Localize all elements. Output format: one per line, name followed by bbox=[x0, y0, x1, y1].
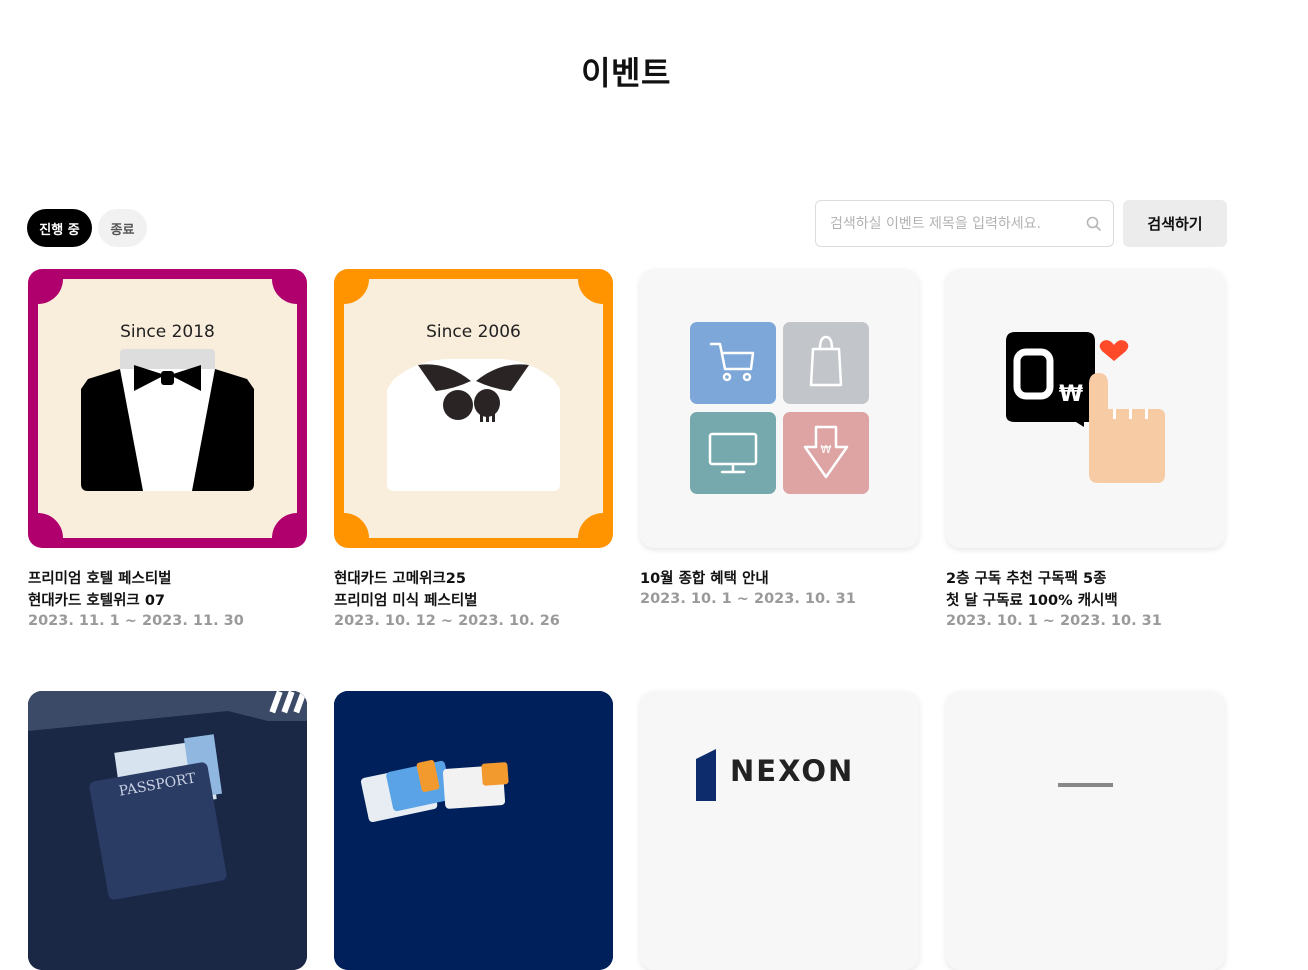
nexon-wordmark: NEXON bbox=[730, 754, 854, 788]
subscription-hand-illustration: ₩ bbox=[1006, 332, 1165, 483]
since-label: Since 2018 bbox=[120, 322, 215, 342]
cart-tile bbox=[690, 322, 776, 404]
svg-text:₩: ₩ bbox=[821, 443, 832, 456]
event-thumbnail[interactable]: Since 2018 bbox=[28, 269, 307, 548]
event-card-travel[interactable]: PASSPORT bbox=[28, 691, 307, 970]
event-period: 2023. 10. 1 ~ 2023. 10. 31 bbox=[946, 613, 1162, 629]
search-box bbox=[815, 200, 1114, 247]
event-period: 2023. 11. 1 ~ 2023. 11. 30 bbox=[28, 613, 244, 629]
fork-napkin-illustration: Since 2006 bbox=[334, 269, 613, 548]
event-card-october-benefits[interactable]: ₩ 10월 종합 혜택 안내 2023. 10. 1 ~ 2023. 10. 3… bbox=[640, 269, 919, 607]
passport-illustration: PASSPORT bbox=[28, 691, 307, 970]
event-title[interactable]: 프리미엄 호텔 페스티벌 현대카드 호텔위크 07 bbox=[28, 568, 307, 612]
event-period: 2023. 10. 12 ~ 2023. 10. 26 bbox=[334, 613, 560, 629]
status-filter: 진행 중 종료 bbox=[27, 209, 147, 247]
event-title[interactable]: 2층 구독 추천 구독팩 5종 첫 달 구독료 100% 캐시백 bbox=[946, 568, 1225, 612]
nexon-logo: NEXON bbox=[696, 749, 854, 801]
event-thumbnail[interactable]: ₩ bbox=[946, 269, 1225, 548]
monitor-tile bbox=[690, 412, 776, 494]
event-title[interactable]: 현대카드 고메위크25 프리미엄 미식 페스티벌 bbox=[334, 568, 613, 612]
event-thumbnail[interactable]: PASSPORT bbox=[28, 691, 307, 970]
svg-text:₩: ₩ bbox=[1059, 382, 1083, 407]
event-card-gourmet-week[interactable]: Since 2006 현대카드 고메위크25 프리미엄 미식 페스티벌 2023… bbox=[334, 269, 613, 629]
since-label: Since 2006 bbox=[426, 322, 521, 342]
benefit-tiles-illustration: ₩ bbox=[690, 322, 869, 494]
event-title-line: 첫 달 구독료 100% 캐시백 bbox=[946, 593, 1118, 609]
cards-illustration bbox=[334, 691, 613, 970]
partner-logo bbox=[1058, 783, 1113, 787]
event-card-hotel-week[interactable]: Since 2018 프리미엄 호텔 페스티벌 현대카드 호텔위크 07 202… bbox=[28, 269, 307, 629]
filter-ended-tab[interactable]: 종료 bbox=[98, 209, 147, 247]
event-title-line: 10월 종합 혜택 안내 bbox=[640, 571, 769, 587]
search-button[interactable]: 검색하기 bbox=[1123, 200, 1227, 247]
event-title-line: 프리미엄 호텔 페스티벌 bbox=[28, 571, 172, 587]
event-title-line: 현대카드 고메위크25 bbox=[334, 571, 466, 587]
filter-ongoing-tab[interactable]: 진행 중 bbox=[27, 209, 92, 247]
search-input[interactable] bbox=[828, 214, 1079, 233]
event-thumbnail[interactable] bbox=[946, 691, 1225, 970]
event-thumbnail[interactable]: ₩ bbox=[640, 269, 919, 548]
event-card-card-promo[interactable] bbox=[334, 691, 613, 970]
event-period: 2023. 10. 1 ~ 2023. 10. 31 bbox=[640, 591, 856, 607]
event-thumbnail[interactable]: NEXON bbox=[640, 691, 919, 970]
event-card-nexon[interactable]: NEXON bbox=[640, 691, 919, 970]
page-title: 이벤트 bbox=[581, 54, 671, 92]
event-title-line: 프리미엄 미식 페스티벌 bbox=[334, 593, 478, 609]
event-title[interactable]: 10월 종합 혜택 안내 bbox=[640, 568, 919, 590]
event-card-partner[interactable] bbox=[946, 691, 1225, 970]
shopping-bag-tile bbox=[783, 322, 869, 404]
heart-icon bbox=[1099, 340, 1129, 361]
search-icon[interactable] bbox=[1085, 215, 1103, 233]
event-title-line: 2층 구독 추천 구독팩 5종 bbox=[946, 571, 1107, 587]
event-title-line: 현대카드 호텔위크 07 bbox=[28, 593, 165, 609]
event-thumbnail[interactable] bbox=[334, 691, 613, 970]
event-thumbnail[interactable]: Since 2006 bbox=[334, 269, 613, 548]
tuxedo-illustration: Since 2018 bbox=[28, 269, 307, 548]
event-card-subscription-pack[interactable]: ₩ 2층 구독 추천 구독팩 5종 첫 달 구독료 100% 캐시백 2023.… bbox=[946, 269, 1225, 629]
